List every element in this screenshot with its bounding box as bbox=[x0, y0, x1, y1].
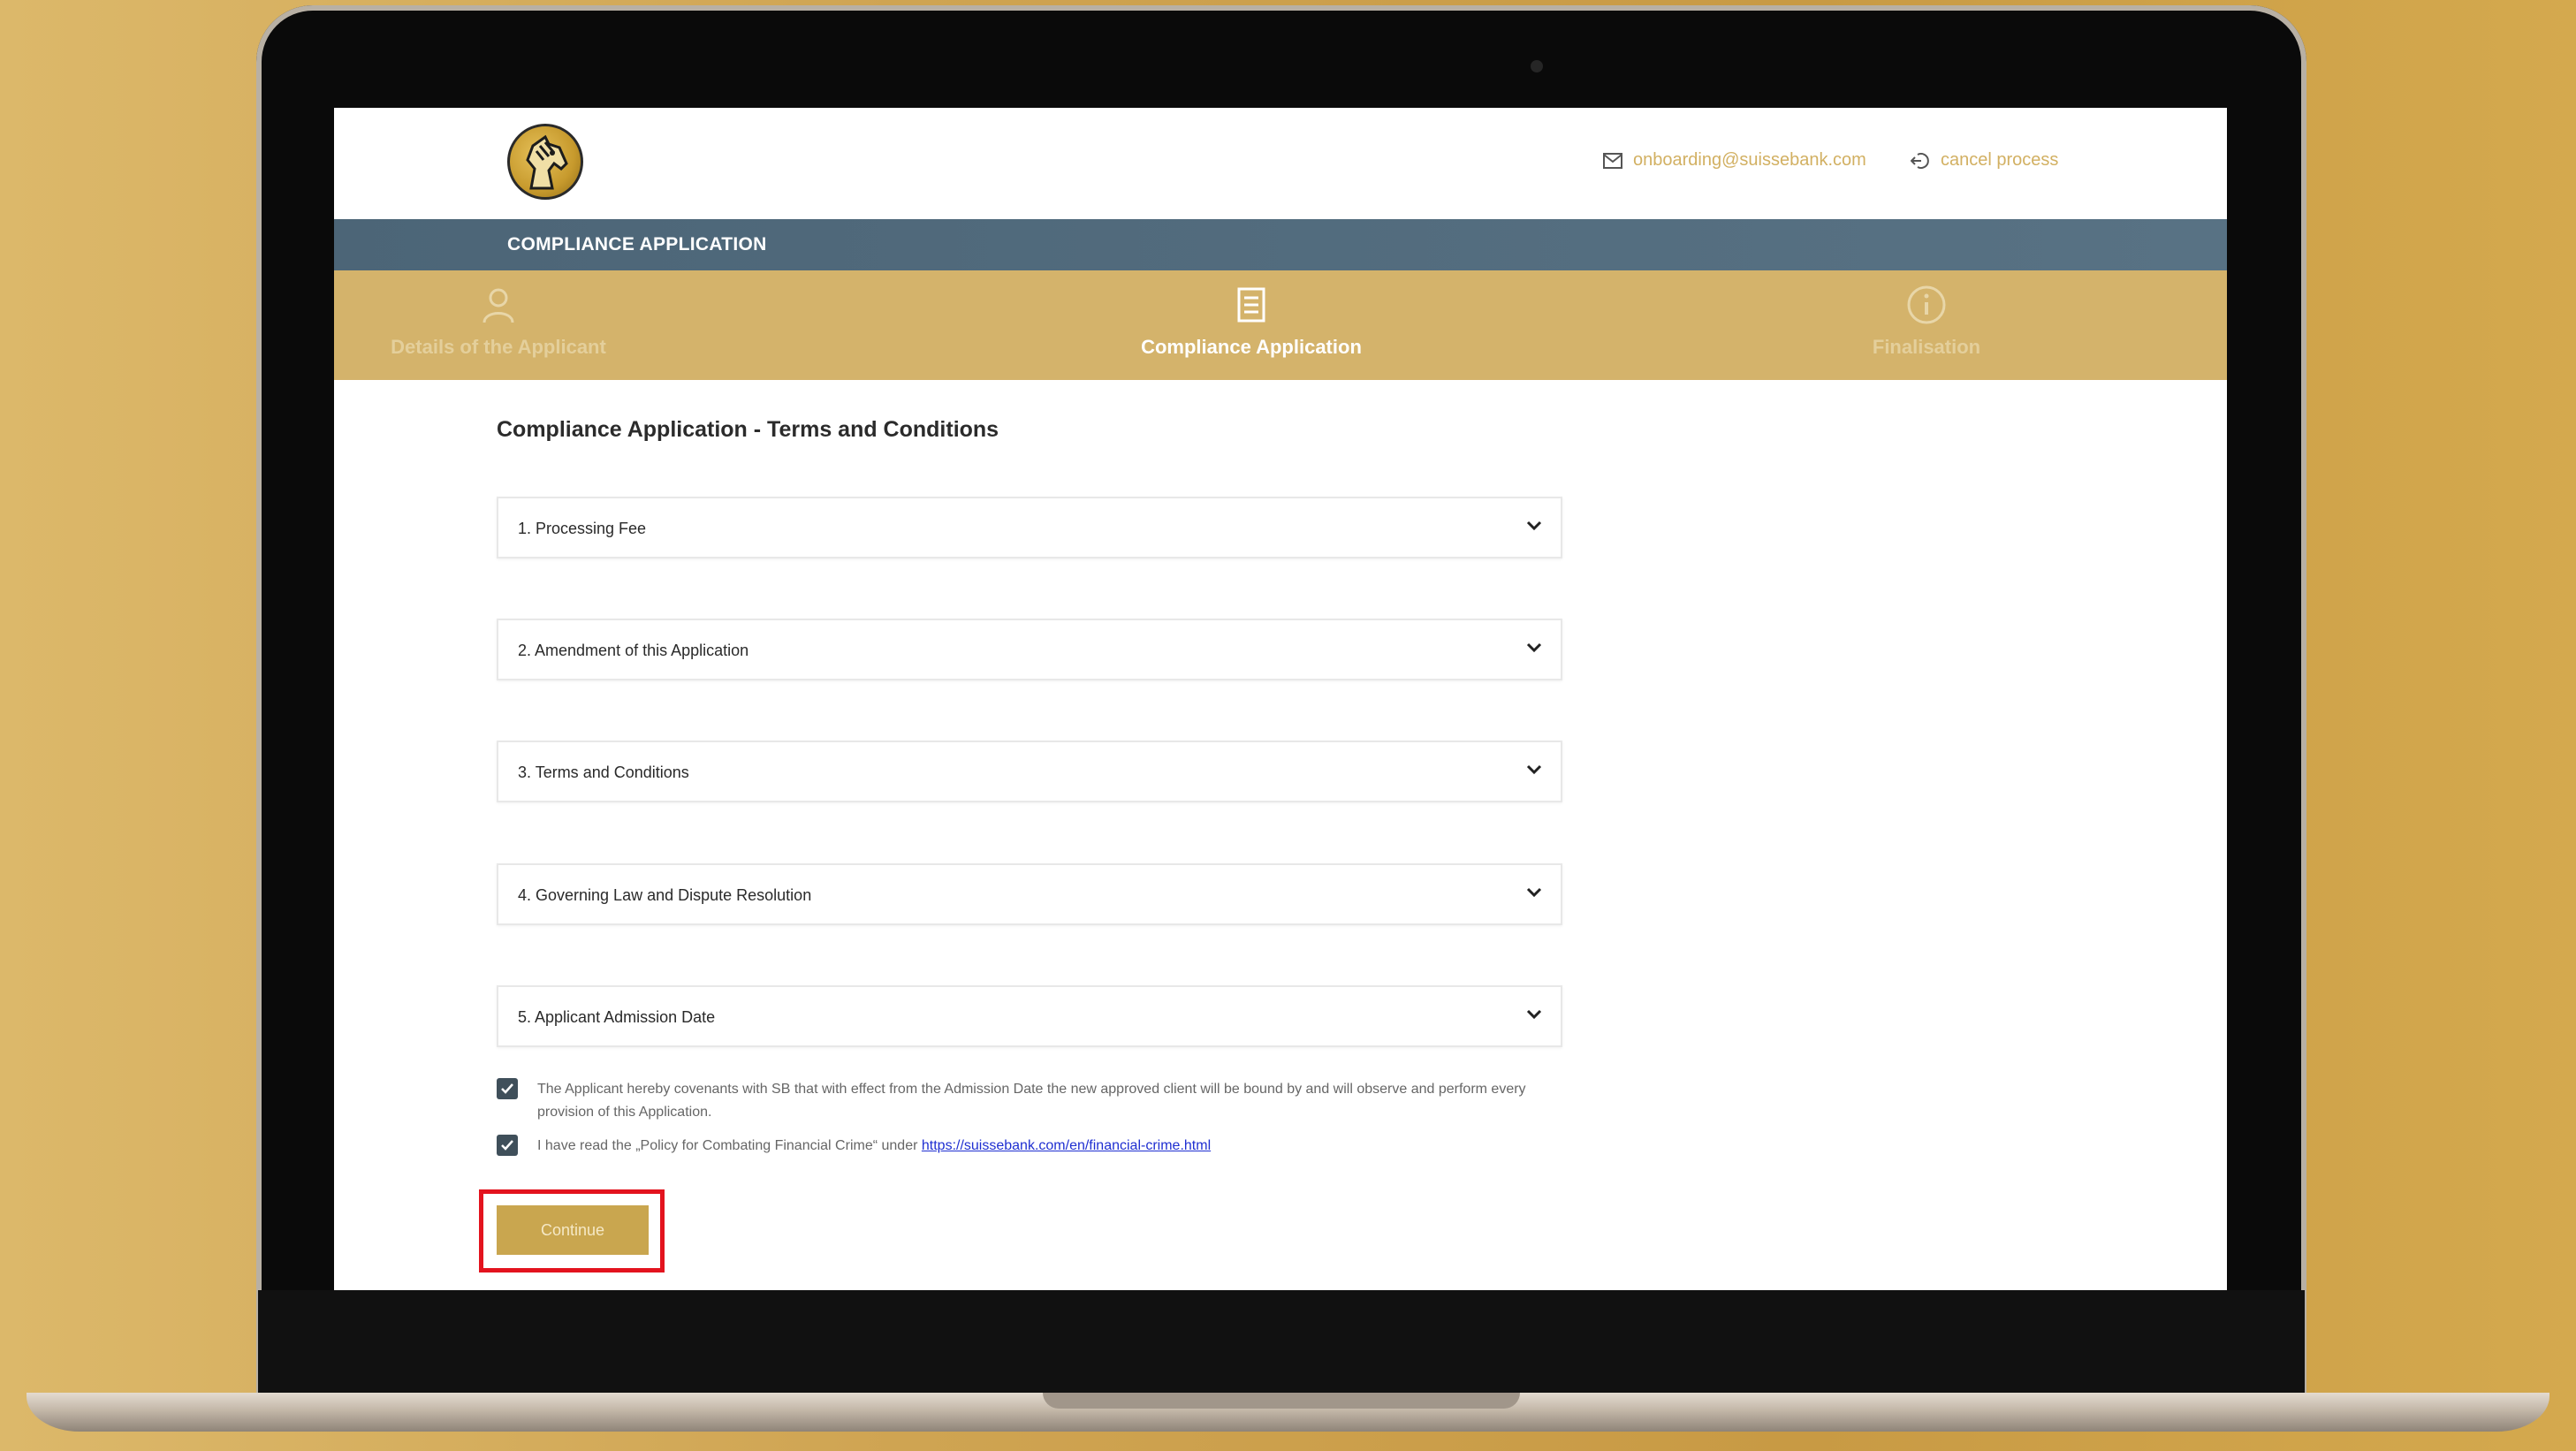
user-icon bbox=[483, 288, 514, 323]
email-link[interactable]: onboarding@suissebank.com bbox=[1603, 150, 1866, 171]
checkmark-icon bbox=[501, 1140, 513, 1151]
policy-text: I have read the „Policy for Combating Fi… bbox=[537, 1135, 1536, 1158]
financial-crime-policy-link[interactable]: https://suissebank.com/en/financial-crim… bbox=[922, 1138, 1211, 1153]
continue-button[interactable]: Continue bbox=[497, 1205, 649, 1255]
policy-checkbox[interactable] bbox=[497, 1135, 518, 1156]
accordion-label: 5. Applicant Admission Date bbox=[518, 1008, 716, 1026]
browser-screen: onboarding@suissebank.com cancel process… bbox=[334, 108, 2227, 1290]
covenant-checkbox[interactable] bbox=[497, 1078, 518, 1099]
accordion-label: 1. Processing Fee bbox=[518, 520, 647, 537]
accordion-admission-date[interactable]: 5. Applicant Admission Date bbox=[497, 985, 1562, 1047]
step-finalisation[interactable]: Finalisation bbox=[1750, 283, 2103, 359]
cancel-process-label: cancel process bbox=[1941, 150, 2059, 170]
laptop-chin bbox=[258, 1290, 2305, 1394]
chevron-down-icon bbox=[1526, 520, 1542, 531]
horse-logo[interactable] bbox=[507, 124, 583, 200]
policy-text-prefix: I have read the „Policy for Combating Fi… bbox=[537, 1138, 918, 1153]
accordion-processing-fee[interactable]: 1. Processing Fee bbox=[497, 497, 1562, 558]
checkmark-icon bbox=[501, 1083, 513, 1094]
step-label: Finalisation bbox=[1872, 336, 1981, 358]
email-text: onboarding@suissebank.com bbox=[1633, 150, 1866, 170]
step-compliance-application[interactable]: Compliance Application bbox=[1075, 283, 1428, 359]
accordion-label: 3. Terms and Conditions bbox=[518, 763, 689, 781]
accordion-amendment[interactable]: 2. Amendment of this Application bbox=[497, 619, 1562, 680]
step-label: Compliance Application bbox=[1141, 336, 1362, 358]
step-label: Details of the Applicant bbox=[391, 336, 606, 358]
accordion-terms-and-conditions[interactable]: 3. Terms and Conditions bbox=[497, 741, 1562, 802]
covenant-text: The Applicant hereby covenants with SB t… bbox=[537, 1082, 1526, 1120]
info-icon bbox=[1907, 285, 1946, 324]
chevron-down-icon bbox=[1526, 1009, 1542, 1020]
progress-steps: Details of the Applicant Compliance Appl… bbox=[334, 270, 2227, 380]
document-icon bbox=[1237, 287, 1265, 323]
envelope-icon bbox=[1603, 152, 1622, 169]
banner: COMPLIANCE APPLICATION bbox=[334, 219, 2227, 270]
accordion-label: 4. Governing Law and Dispute Resolution bbox=[518, 886, 812, 904]
chevron-down-icon bbox=[1526, 887, 1542, 898]
page-title: Compliance Application - Terms and Condi… bbox=[497, 417, 999, 442]
sign-out-icon bbox=[1911, 152, 1929, 169]
consent-covenant: The Applicant hereby covenants with SB t… bbox=[497, 1078, 1536, 1124]
accordion-governing-law[interactable]: 4. Governing Law and Dispute Resolution bbox=[497, 863, 1562, 925]
camera bbox=[1531, 60, 1543, 72]
laptop-notch bbox=[1043, 1393, 1520, 1409]
chevron-down-icon bbox=[1526, 764, 1542, 775]
consent-policy: I have read the „Policy for Combating Fi… bbox=[497, 1135, 1536, 1158]
step-details-of-applicant[interactable]: Details of the Applicant bbox=[334, 283, 675, 359]
accordion-label: 2. Amendment of this Application bbox=[518, 642, 749, 659]
top-header: onboarding@suissebank.com cancel process bbox=[334, 108, 2227, 219]
banner-title: COMPLIANCE APPLICATION bbox=[507, 234, 767, 254]
chevron-down-icon bbox=[1526, 642, 1542, 653]
cancel-process-button[interactable]: cancel process bbox=[1911, 150, 2058, 171]
